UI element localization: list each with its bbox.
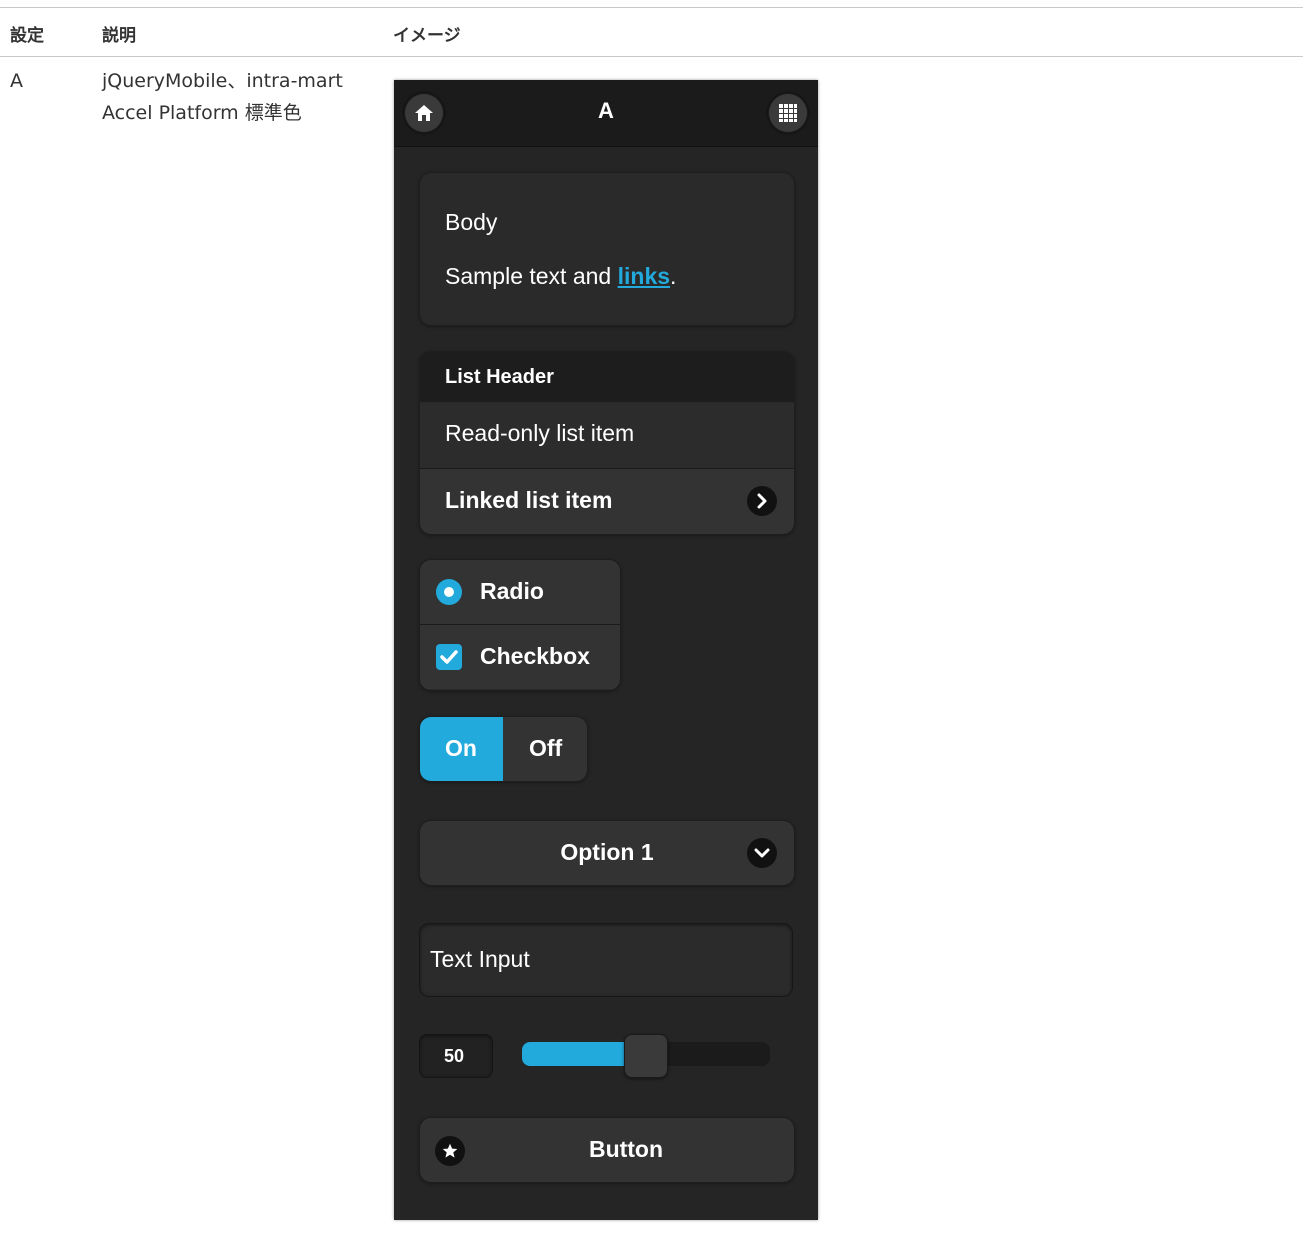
list-item-readonly: Read-only list item (420, 403, 794, 469)
checkbox-option[interactable]: Checkbox (420, 625, 620, 689)
body-text-suffix: . (670, 263, 677, 289)
flip-switch[interactable]: On Off (419, 716, 588, 782)
listview: List Header Read-only list item Linked l… (419, 351, 795, 535)
grid-icon (779, 104, 797, 122)
theme-preview-image: A Body Sample text and links. List Heade… (394, 80, 818, 1220)
body-link[interactable]: links (618, 263, 670, 289)
radio-option[interactable]: Radio (420, 560, 620, 625)
slider-value: 50 (444, 1046, 465, 1066)
body-text: Sample text and links. (445, 263, 676, 290)
checkbox-label: Checkbox (480, 643, 590, 669)
text-input[interactable]: Text Input (419, 923, 793, 997)
body-title: Body (445, 209, 498, 235)
select-value: Option 1 (560, 839, 654, 865)
header-description: 説明 (102, 26, 136, 46)
flip-on-label: On (445, 735, 477, 761)
body-text-prefix: Sample text and (445, 263, 618, 289)
cell-description-line2: Accel Platform 標準色 (102, 102, 302, 124)
chevron-right-icon (747, 486, 777, 516)
preview-title: A (598, 98, 614, 123)
list-item-linked-label: Linked list item (445, 487, 613, 513)
cell-description-line1: jQueryMobile、intra-mart (102, 70, 343, 92)
list-header-label: List Header (445, 366, 554, 388)
button-label: Button (588, 1136, 664, 1162)
flip-off[interactable]: Off (503, 717, 587, 781)
list-item-linked[interactable]: Linked list item (420, 469, 794, 534)
star-button[interactable]: Button (419, 1117, 795, 1183)
text-input-value: Text Input (430, 946, 530, 972)
grid-button[interactable] (768, 93, 808, 133)
body-card: Body Sample text and links. (419, 172, 795, 326)
header-image: イメージ (393, 26, 461, 46)
checkbox-icon (436, 644, 462, 670)
choice-group: Radio Checkbox (419, 559, 621, 691)
table-header-row: 設定 説明 イメージ (0, 7, 1303, 57)
slider-handle[interactable] (624, 1034, 668, 1078)
list-item-readonly-label: Read-only list item (445, 420, 635, 446)
list-header: List Header (420, 352, 794, 402)
radio-label: Radio (480, 578, 544, 604)
slider-value-input[interactable]: 50 (419, 1034, 493, 1078)
flip-off-label: Off (529, 735, 563, 761)
select-menu[interactable]: Option 1 (419, 820, 795, 886)
chevron-down-icon (747, 838, 777, 868)
cell-setting: A (10, 70, 23, 92)
header-setting: 設定 (10, 26, 44, 46)
preview-header: A (394, 80, 818, 147)
radio-icon (436, 579, 462, 605)
slider-fill (522, 1042, 628, 1066)
flip-on[interactable]: On (420, 717, 503, 781)
